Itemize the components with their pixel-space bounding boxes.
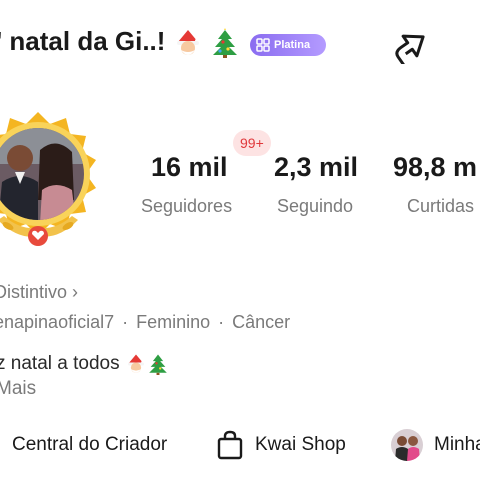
profile-meta: enapinaoficial7 · Feminino · Câncer [0, 312, 290, 333]
share-arrow-icon[interactable] [388, 24, 432, 64]
username: enapinaoficial7 [0, 312, 115, 332]
level-badge[interactable]: Platina [250, 34, 326, 56]
profile-bio: z natal a todos [0, 353, 169, 375]
avatar[interactable] [0, 110, 108, 260]
bio-text: z natal a todos [0, 353, 120, 375]
followers-count[interactable]: 16 mil [151, 152, 228, 183]
level-badge-label: Platina [274, 39, 311, 51]
following-count[interactable]: 2,3 mil [274, 152, 358, 183]
gender: Feminino [136, 312, 211, 332]
followers-label[interactable]: Seguidores [141, 196, 232, 217]
meta-separator: · [122, 312, 129, 332]
christmas-tree-emoji-icon [212, 28, 237, 59]
kwai-shop-link[interactable]: Kwai Shop [255, 434, 346, 456]
meta-separator: · [218, 312, 225, 332]
badge-grid-icon [256, 38, 270, 52]
christmas-tree-emoji-icon [149, 354, 167, 375]
santa-emoji-icon [127, 354, 146, 373]
notification-count-badge[interactable]: 99+ [233, 130, 271, 156]
distintivo-link[interactable]: Distintivo › [0, 282, 78, 303]
creator-center-link[interactable]: Central do Criador [12, 434, 167, 456]
profile-title: ' natal da Gi..! [0, 26, 240, 59]
chevron-right-icon: › [72, 282, 79, 302]
distintivo-label: Distintivo [0, 282, 68, 302]
santa-emoji-icon [176, 30, 201, 56]
mini-avatar[interactable] [391, 429, 423, 461]
shopping-bag-icon[interactable] [216, 430, 244, 460]
mine-link[interactable]: Minha [434, 434, 480, 456]
likes-label: Curtidas [407, 196, 475, 216]
profile-title-text: ' natal da Gi..! [0, 26, 166, 56]
bio-more-link[interactable]: Mais [0, 378, 36, 400]
likes-count: 98,8 m [393, 152, 478, 182]
zodiac-sign: Câncer [232, 312, 291, 332]
following-label[interactable]: Seguindo [277, 196, 353, 217]
